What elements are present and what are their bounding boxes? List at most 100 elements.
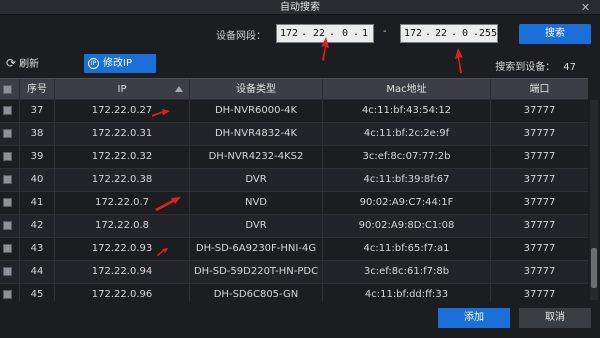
modify-ip-button[interactable]: IP 修改IP: [84, 54, 156, 73]
row-number: 39: [20, 146, 55, 168]
row-ip: 172.22.0.31: [55, 123, 190, 145]
row-checkbox[interactable]: [3, 152, 12, 161]
row-ip: 172.22.0.7: [55, 192, 190, 214]
row-checkbox[interactable]: [3, 290, 12, 299]
refresh-button[interactable]: ⟳ 刷新: [6, 55, 40, 71]
row-checkbox[interactable]: [3, 106, 12, 115]
row-ip: 172.22.0.94: [55, 261, 190, 283]
row-port: 37777: [523, 243, 556, 254]
row-mac: 4c:11:bf:39:8f:67: [323, 169, 491, 191]
table-row[interactable]: 38 172.22.0.31 DH-NVR4832-4K 4c:11:bf:2c:2e…: [0, 123, 588, 146]
title-bar: 自动搜索 ✕: [0, 0, 600, 15]
search-button[interactable]: 搜索: [519, 24, 591, 44]
start-ip-octet-4[interactable]: 1: [355, 28, 375, 39]
row-number: 37: [20, 100, 55, 122]
row-checkbox[interactable]: [3, 198, 12, 207]
column-header-type[interactable]: 设备类型: [190, 79, 323, 100]
row-select-cell[interactable]: [0, 215, 20, 237]
refresh-label: 刷新: [19, 59, 40, 70]
refresh-icon: ⟳: [6, 55, 17, 70]
row-select-cell[interactable]: [0, 100, 20, 122]
row-port: 37777: [523, 151, 556, 162]
row-mac: 90:02:A9:8D:C1:08: [323, 215, 491, 237]
row-number: 44: [20, 261, 55, 283]
end-ip-octet-3[interactable]: 0: [455, 28, 475, 39]
select-all-cell[interactable]: [0, 79, 20, 100]
row-checkbox[interactable]: [3, 129, 12, 138]
toolbar: ⟳ 刷新 IP 修改IP 搜索到设备： 47: [0, 52, 600, 74]
scrollbar-thumb[interactable]: [591, 248, 597, 288]
column-header-ip[interactable]: IP: [55, 79, 190, 100]
row-ip: 172.22.0.96: [55, 284, 190, 301]
table-header: 序号 IP 设备类型 Mac地址 端口: [0, 78, 588, 100]
start-ip-octet-3[interactable]: 0: [335, 28, 355, 39]
row-device-type: DH-NVR6000-4K: [190, 100, 323, 122]
column-header-port[interactable]: 端口: [491, 79, 588, 100]
row-ip: 172.22.0.8: [55, 215, 190, 237]
end-ip-input[interactable]: 172 . 22 . 0 . 255: [400, 24, 498, 43]
row-ip: 172.22.0.27: [55, 100, 190, 122]
row-select-cell[interactable]: [0, 123, 20, 145]
row-number: 40: [20, 169, 55, 191]
close-icon[interactable]: ✕: [579, 1, 592, 14]
end-ip-octet-1[interactable]: 172: [403, 28, 423, 39]
table-row[interactable]: 42 172.22.0.8 DVR 90:02:A9:8D:C1:08 37777: [0, 215, 588, 238]
row-number: 38: [20, 123, 55, 145]
range-label: 设备网段：: [216, 31, 266, 42]
start-ip-octet-1[interactable]: 172: [279, 28, 299, 39]
end-ip-octet-2[interactable]: 22: [431, 28, 451, 39]
row-number: 45: [20, 284, 55, 301]
table-row[interactable]: 39 172.22.0.32 DH-NVR4232-4KS2 3c:ef:8c:07:…: [0, 146, 588, 169]
column-header-no[interactable]: 序号: [20, 79, 55, 100]
table-scrollbar[interactable]: [590, 100, 598, 300]
table-row[interactable]: 44 172.22.0.94 DH-SD-59D220T-HN-PDC 3c:ef:8…: [0, 261, 588, 284]
row-device-type: DH-SD-6A9230F-HNI-4G: [190, 238, 323, 260]
row-mac: 3c:ef:8c:07:77:2b: [323, 146, 491, 168]
select-all-checkbox[interactable]: [3, 85, 12, 94]
row-number: 43: [20, 238, 55, 260]
row-checkbox[interactable]: [3, 267, 12, 276]
ip-range-row: 设备网段： 172 . 22 . 0 . 1 - 172 . 22 . 0 . …: [0, 22, 600, 46]
row-mac: 90:02:A9:C7:44:1F: [323, 192, 491, 214]
row-mac: 4c:11:bf:dd:ff:33: [323, 284, 491, 301]
row-select-cell[interactable]: [0, 261, 20, 283]
column-header-mac[interactable]: Mac地址: [323, 79, 491, 100]
row-mac: 3c:ef:8c:61:f7:8b: [323, 261, 491, 283]
row-select-cell[interactable]: [0, 192, 20, 214]
row-number: 42: [20, 215, 55, 237]
row-port: 37777: [523, 174, 556, 185]
row-ip: 172.22.0.32: [55, 146, 190, 168]
start-ip-octet-2[interactable]: 22: [309, 28, 329, 39]
row-select-cell[interactable]: [0, 238, 20, 260]
row-checkbox[interactable]: [3, 221, 12, 230]
table-row[interactable]: 43 172.22.0.93 DH-SD-6A9230F-HNI-4G 4c:11:b…: [0, 238, 588, 261]
row-port: 37777: [523, 197, 556, 208]
row-mac: 4c:11:bf:2c:2e:9f: [323, 123, 491, 145]
row-ip: 172.22.0.93: [55, 238, 190, 260]
table-row[interactable]: 40 172.22.0.38 DVR 4c:11:bf:39:8f:67 37777: [0, 169, 588, 192]
table-row[interactable]: 37 172.22.0.27 DH-NVR6000-4K 4c:11:bf:43:54…: [0, 100, 588, 123]
row-device-type: DVR: [190, 215, 323, 237]
dialog-footer: 添加 取消: [0, 302, 600, 338]
row-select-cell[interactable]: [0, 284, 20, 301]
row-checkbox[interactable]: [3, 175, 12, 184]
row-select-cell[interactable]: [0, 169, 20, 191]
start-ip-input[interactable]: 172 . 22 . 0 . 1: [276, 24, 374, 43]
device-table: 序号 IP 设备类型 Mac地址 端口 37 172.22.0.27 DH-NVR6…: [0, 78, 588, 301]
row-device-type: DH-SD-59D220T-HN-PDC: [190, 261, 323, 283]
ip-icon: IP: [88, 58, 99, 69]
row-checkbox[interactable]: [3, 244, 12, 253]
row-device-type: DH-SD6C805-GN: [190, 284, 323, 301]
row-mac: 4c:11:bf:65:f7:a1: [323, 238, 491, 260]
add-button[interactable]: 添加: [438, 308, 510, 328]
cancel-button[interactable]: 取消: [519, 308, 591, 328]
found-count: 47: [563, 62, 576, 73]
row-select-cell[interactable]: [0, 146, 20, 168]
row-port: 37777: [523, 128, 556, 139]
end-ip-octet-4[interactable]: 255: [478, 28, 498, 39]
table-row[interactable]: 45 172.22.0.96 DH-SD6C805-GN 4c:11:bf:dd:ff…: [0, 284, 588, 301]
table-row[interactable]: 41 172.22.0.7 NVD 90:02:A9:C7:44:1F 37777: [0, 192, 588, 215]
sort-ascending-icon: [175, 86, 183, 92]
row-device-type: DH-NVR4232-4KS2: [190, 146, 323, 168]
row-port: 37777: [523, 105, 556, 116]
